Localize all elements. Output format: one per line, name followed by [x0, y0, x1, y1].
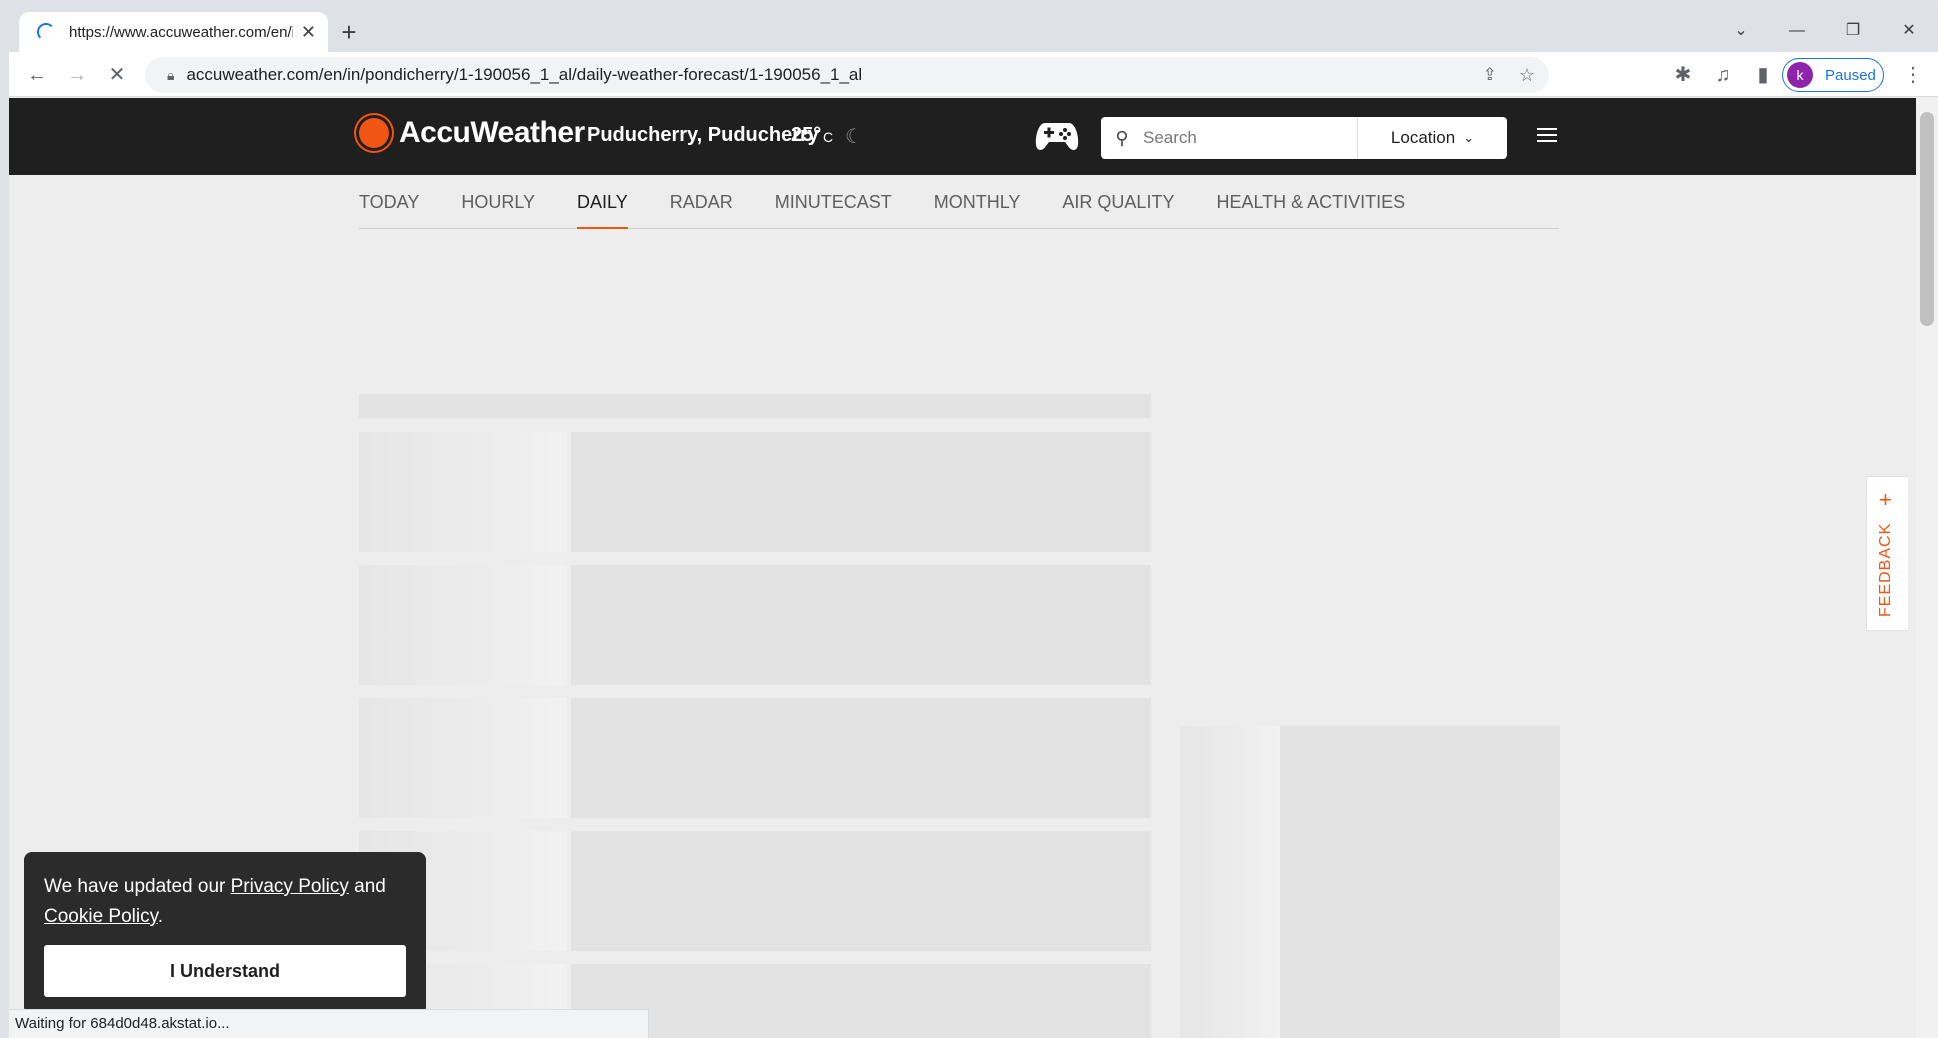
close-tab-icon[interactable]: ✕	[301, 22, 316, 43]
tab-strip: https://www.accuweather.com/en/in/pondic…	[9, 9, 1938, 52]
nav-item-minutecast[interactable]: MINUTECAST	[775, 175, 892, 228]
game-controller-icon[interactable]	[1035, 115, 1079, 155]
status-bar: Waiting for 684d0d48.akstat.io...	[9, 1009, 649, 1038]
feedback-tab[interactable]: + FEEDBACK	[1866, 476, 1908, 631]
location-button-label: Location	[1390, 128, 1456, 147]
cookie-message: We have updated our Privacy Policy and Co…	[44, 872, 406, 932]
nav-item-monthly[interactable]: MONTHLY	[934, 175, 1021, 228]
nav-item-air-quality[interactable]: AIR QUALITY	[1062, 175, 1174, 228]
stop-loading-button[interactable]: ✕	[103, 61, 131, 89]
skeleton-row-date	[359, 698, 567, 818]
skeleton-row	[571, 964, 1151, 1038]
nav-item-today[interactable]: TODAY	[359, 175, 419, 228]
cookie-text: and	[348, 876, 386, 897]
hamburger-menu-icon[interactable]	[1537, 124, 1557, 148]
skeleton-sidebar-thumb	[1180, 726, 1280, 1038]
search-icon[interactable]: ⚲	[1101, 128, 1143, 149]
tab-search-icon[interactable]: ⌄	[1723, 17, 1759, 45]
accuweather-logo[interactable]: AccuWeather	[359, 116, 585, 150]
url-text: accuweather.com/en/in/pondicherry/1-1900…	[186, 65, 863, 84]
nav-item-health-activities[interactable]: HEALTH & ACTIVITIES	[1216, 175, 1405, 228]
forecast-nav: TODAY HOURLY DAILY RADAR MINUTECAST MONTHLY AI…	[359, 175, 1559, 229]
feedback-label: FEEDBACK	[1877, 522, 1894, 617]
weather-condition-icon: ☾	[845, 126, 863, 148]
nav-item-hourly[interactable]: HOURLY	[461, 175, 535, 228]
brand-name: AccuWeather	[399, 116, 585, 149]
close-window-button[interactable]: ✕	[1891, 17, 1927, 45]
skeleton-sidebar-card	[1280, 726, 1560, 1038]
nav-item-radar[interactable]: RADAR	[670, 175, 733, 228]
nav-item-daily[interactable]: DAILY	[577, 175, 628, 229]
i-understand-button[interactable]: I Understand	[44, 945, 406, 997]
browser-window: https://www.accuweather.com/en/in/pondic…	[9, 9, 1938, 1038]
skeleton-row-date	[359, 565, 567, 685]
page-scrollbar[interactable]	[1916, 98, 1938, 1038]
share-icon[interactable]: ⇪	[1483, 65, 1497, 85]
sun-logo-icon	[359, 118, 389, 148]
tab-title: https://www.accuweather.com/en/in/pondic…	[69, 23, 293, 41]
browser-toolbar: ← → ✕ 🔒︎ accuweather.com/en/in/pondicher…	[9, 52, 1938, 97]
new-tab-button[interactable]: +	[334, 18, 364, 48]
browser-tab[interactable]: https://www.accuweather.com/en/in/pondic…	[19, 12, 328, 52]
current-temperature: 25°	[791, 124, 822, 146]
extensions-icon[interactable]: ✱	[1669, 61, 1697, 89]
privacy-policy-link[interactable]: Privacy Policy	[231, 876, 349, 897]
cookie-policy-link[interactable]: Cookie Policy	[44, 906, 158, 927]
media-control-icon[interactable]: ♫	[1709, 61, 1737, 89]
current-location[interactable]: Puducherry, Puducherry	[587, 124, 819, 147]
address-bar[interactable]: 🔒︎ accuweather.com/en/in/pondicherry/1-1…	[145, 57, 1549, 93]
profile-status: Paused	[1825, 66, 1876, 84]
location-dropdown-button[interactable]: Location ⌄	[1357, 117, 1507, 159]
site-header: AccuWeather Puducherry, Puducherry 25° C…	[9, 98, 1916, 175]
cookie-banner: We have updated our Privacy Policy and Co…	[24, 852, 426, 1015]
skeleton-row	[571, 831, 1151, 951]
page-content: AccuWeather Puducherry, Puducherry 25° C…	[9, 98, 1916, 1038]
skeleton-row	[571, 698, 1151, 818]
scrollbar-thumb[interactable]	[1920, 112, 1934, 326]
plus-icon: +	[1879, 487, 1892, 512]
restore-button[interactable]: ❐	[1835, 17, 1871, 45]
skeleton-header-bar	[359, 394, 1151, 418]
search-input[interactable]	[1143, 128, 1343, 148]
cookie-text: We have updated our	[44, 876, 231, 897]
chevron-down-icon: ⌄	[1463, 130, 1475, 145]
skeleton-row-date	[359, 432, 567, 552]
skeleton-row	[571, 432, 1151, 552]
minimize-button[interactable]: —	[1779, 17, 1815, 45]
cookie-text: .	[157, 906, 163, 927]
bookmark-star-icon[interactable]: ☆	[1519, 65, 1535, 86]
browser-menu-icon[interactable]: ⋮	[1899, 61, 1927, 89]
skeleton-row	[571, 565, 1151, 685]
forward-button[interactable]: →	[63, 61, 91, 89]
avatar: k	[1787, 62, 1813, 88]
loading-spinner-icon	[37, 23, 55, 41]
search-bar: ⚲ Location ⌄	[1101, 117, 1507, 159]
back-button[interactable]: ←	[23, 61, 51, 89]
side-panel-icon[interactable]: ▮	[1749, 61, 1777, 89]
temperature-unit: C	[823, 129, 834, 145]
profile-button[interactable]: k Paused	[1782, 58, 1884, 92]
lock-icon: 🔒︎	[167, 66, 175, 83]
